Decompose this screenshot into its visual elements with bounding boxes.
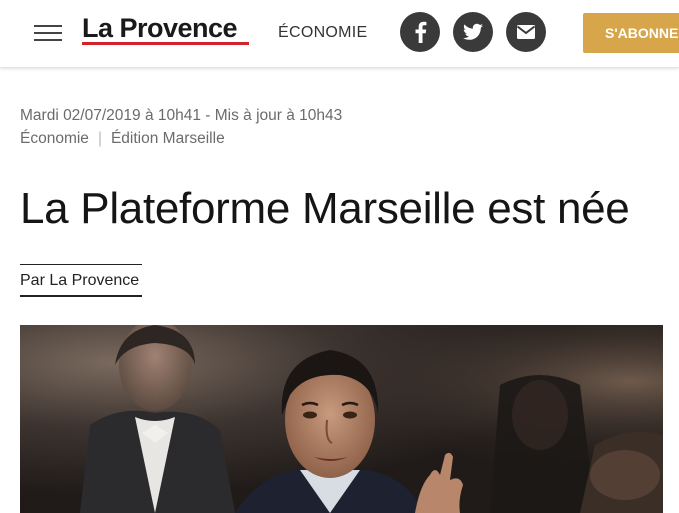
menu-bar	[34, 39, 62, 41]
article-title: La Plateforme Marseille est née	[20, 184, 630, 233]
mail-glyph	[516, 25, 536, 39]
site-header: La Provence ÉCONOMIE S'ABONNER	[0, 0, 679, 68]
article-date: Mardi 02/07/2019 à 10h41 - Mis à jour à …	[20, 107, 343, 124]
article-photo	[20, 325, 663, 513]
facebook-icon[interactable]	[400, 12, 440, 52]
menu-bar	[34, 25, 62, 27]
mail-icon[interactable]	[506, 12, 546, 52]
article-categories: Économie | Édition Marseille	[20, 130, 225, 148]
menu-icon[interactable]	[34, 23, 62, 43]
photo-illustration	[20, 325, 663, 513]
menu-bar	[34, 32, 62, 34]
category-link-edition-marseille[interactable]: Édition Marseille	[111, 130, 225, 147]
site-logo[interactable]: La Provence	[82, 12, 238, 44]
facebook-glyph	[415, 21, 427, 43]
subscribe-button[interactable]: S'ABONNER	[583, 13, 679, 53]
twitter-icon[interactable]	[453, 12, 493, 52]
category-link-economie[interactable]: Économie	[20, 130, 89, 147]
category-separator: |	[97, 130, 102, 147]
twitter-glyph	[462, 23, 483, 40]
logo-underline	[82, 42, 249, 45]
section-link-economie[interactable]: ÉCONOMIE	[278, 24, 368, 42]
article-author[interactable]: Par La Provence	[20, 264, 142, 297]
